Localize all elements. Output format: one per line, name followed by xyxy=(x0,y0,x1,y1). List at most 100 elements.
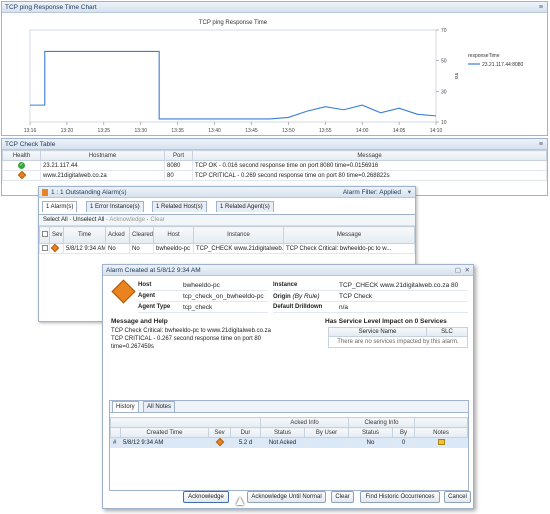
alarm-filter-label[interactable]: Alarm Filter: Applied xyxy=(343,187,401,198)
port-cell: 8080 xyxy=(164,160,193,171)
chart-panel: TCP ping Response Time Chart ≡ TCP ping … xyxy=(1,1,548,136)
history-created: 5/8/12 9:34 AM xyxy=(120,437,209,448)
tab-history[interactable]: History xyxy=(112,401,139,412)
check-table: Health Hostname Port Message ✓ 23.21.117… xyxy=(2,150,547,181)
column-created-time[interactable]: Created Time xyxy=(120,427,209,438)
row-index: # xyxy=(110,437,121,448)
alarms-table: Sev Time Acked Cleared Host Instance Mes… xyxy=(39,226,415,254)
x-tick-label: 13:35 xyxy=(171,128,184,134)
unselect-all-link[interactable]: Unselect All xyxy=(73,217,104,223)
clear-button[interactable]: Clear xyxy=(331,491,354,503)
alarm-detail-window: Alarm Created at 5/8/12 9:34 AM ▢ ✕ Host… xyxy=(102,264,474,509)
alarm-time: 5/8/12 9:34 AM xyxy=(63,243,106,254)
column-message[interactable]: Message xyxy=(283,226,415,244)
mouse-cursor-icon xyxy=(236,497,244,505)
cancel-button[interactable]: Cancel xyxy=(444,491,471,503)
y-tick-label: 10 xyxy=(441,120,447,126)
alarms-window-titlebar: 1 : 1 Outstanding Alarm(s) Alarm Filter:… xyxy=(39,187,415,198)
table-row[interactable]: www.21digitalweb.co.za 80 TCP CRITICAL -… xyxy=(2,170,547,181)
check-table-title: TCP Check Table xyxy=(2,139,547,150)
column-by[interactable]: By xyxy=(392,427,416,438)
tab-error-instances[interactable]: 1 Error Instance(s) xyxy=(86,201,144,212)
column-slc[interactable]: SLC xyxy=(427,328,467,336)
column-health[interactable]: Health xyxy=(2,150,41,161)
column-service-name[interactable]: Service Name xyxy=(329,328,427,336)
hostname-cell: 23.21.117.44 xyxy=(40,160,165,171)
x-tick-label: 13:55 xyxy=(319,128,332,134)
history-duration: 5.2 d xyxy=(230,437,261,448)
drilldown-label: Default Drilldown xyxy=(273,304,323,310)
severity-icon xyxy=(111,279,136,304)
acknowledge-link[interactable]: Acknowledge xyxy=(109,217,145,223)
hostname-cell: www.21digitalweb.co.za xyxy=(40,170,165,181)
x-tick-label: 14:00 xyxy=(356,128,369,134)
legend-entry: 23.21.117.44:8080 xyxy=(482,62,524,68)
row-checkbox[interactable] xyxy=(42,244,48,251)
find-historic-occurrences-button[interactable]: Find Historic Occurrences xyxy=(360,491,440,503)
tab-related-hosts[interactable]: 1 Related Host(s) xyxy=(152,201,207,212)
x-tick-label: 13:45 xyxy=(245,128,258,134)
detail-window-title: Alarm Created at 5/8/12 9:34 AM xyxy=(106,267,201,274)
y-axis-label: ms xyxy=(453,73,459,80)
column-instance[interactable]: Instance xyxy=(193,226,284,244)
close-icon[interactable]: ✕ xyxy=(465,265,470,276)
history-by: 0 xyxy=(392,437,416,448)
y-tick-label: 50 xyxy=(441,59,447,65)
menu-icon[interactable]: ≡ xyxy=(539,140,543,149)
notes-icon[interactable] xyxy=(437,438,445,445)
column-port[interactable]: Port xyxy=(164,150,193,161)
service-impact-heading: Has Service Level Impact on 0 Services xyxy=(325,318,447,325)
filter-icon[interactable]: ▾ xyxy=(408,187,411,198)
acknowledge-button[interactable]: Acknowledge xyxy=(183,491,229,503)
column-hostname[interactable]: Hostname xyxy=(40,150,165,161)
port-cell: 80 xyxy=(164,170,193,181)
alarm-cleared: No xyxy=(129,243,154,254)
table-row[interactable]: # 5/8/12 9:34 AM 5.2 d Not Acked No 0 xyxy=(110,437,468,448)
column-time[interactable]: Time xyxy=(63,226,106,244)
agent-label: Agent xyxy=(138,293,155,299)
history-clear-status: No xyxy=(348,437,394,448)
acknowledge-until-normal-button[interactable]: Acknowledge Until Normal xyxy=(247,491,326,503)
tab-alarms[interactable]: 1 Alarm(s) xyxy=(42,201,78,212)
column-acked-status[interactable]: Status xyxy=(260,427,305,438)
column-cleared[interactable]: Cleared xyxy=(129,226,154,244)
tab-all-notes[interactable]: All Notes xyxy=(143,401,176,412)
history-by-user xyxy=(303,437,350,448)
drilldown-value: n/a xyxy=(339,303,349,311)
legend-title: responseTime xyxy=(468,53,500,59)
detail-titlebar: Alarm Created at 5/8/12 9:34 AM ▢ ✕ xyxy=(103,265,473,276)
restore-icon[interactable]: ▢ xyxy=(455,265,461,276)
alarm-instance: TCP_CHECK www.21digitalweb.c... xyxy=(193,243,284,254)
alarms-window-title: 1 : 1 Outstanding Alarm(s) xyxy=(51,189,127,196)
alarm-message-text: TCP Check Critical: bwheeldo-pc to www.2… xyxy=(111,328,271,350)
clearing-info-group: Clearing Info xyxy=(348,417,416,428)
chart-panel-title: TCP ping Response Time Chart xyxy=(2,2,547,13)
column-clear-status[interactable]: Status xyxy=(348,427,394,438)
table-row[interactable]: ✓ 23.21.117.44 8080 TCP OK - 0.016 secon… xyxy=(2,160,547,171)
alarm-message: TCP Check Critical: bwheeldo-pc to w... xyxy=(283,243,415,254)
select-all-checkbox[interactable] xyxy=(42,231,48,237)
y-tick-label: 30 xyxy=(441,89,447,95)
message-cell: TCP OK - 0.016 second response time on p… xyxy=(192,160,547,171)
column-acked[interactable]: Acked xyxy=(105,226,130,244)
clear-link[interactable]: Clear xyxy=(150,217,164,223)
alarm-acked: No xyxy=(105,243,130,254)
x-tick-label: 14:10 xyxy=(430,128,443,134)
menu-icon[interactable]: ≡ xyxy=(539,3,543,12)
host-value: bwheeldo-pc xyxy=(183,281,220,289)
column-sev[interactable]: Sev xyxy=(49,226,64,244)
x-tick-label: 13:30 xyxy=(134,128,147,134)
x-tick-label: 13:50 xyxy=(282,128,295,134)
table-row[interactable]: 5/8/12 9:34 AM No No bwheeldo-pc TCP_CHE… xyxy=(39,243,415,254)
column-notes[interactable]: Notes xyxy=(414,427,468,438)
response-time-chart: TCP ping Response Time 70 50 30 10 ms 13:16 13:… xyxy=(24,20,524,134)
select-all-link[interactable]: Select All xyxy=(43,217,68,223)
column-host[interactable]: Host xyxy=(153,226,194,244)
column-by-user[interactable]: By User xyxy=(303,427,350,438)
column-dur[interactable]: Dur xyxy=(230,427,261,438)
x-tick-label: 13:16 xyxy=(24,128,37,134)
column-message[interactable]: Message xyxy=(192,150,547,161)
critical-icon xyxy=(215,438,224,447)
tab-related-agents[interactable]: 1 Related Agent(s) xyxy=(216,201,274,212)
column-sev[interactable]: Sev xyxy=(208,427,231,438)
